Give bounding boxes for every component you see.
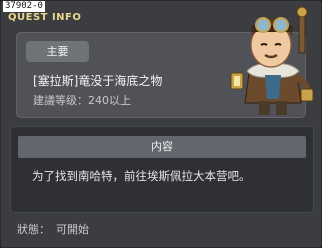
status-label: 狀態： [17,223,50,236]
status-value: 可開始 [56,223,89,236]
quest-details-card: 内容 为了找到南哈特，前往埃斯佩拉大本营吧。 [10,126,314,213]
level-requirement: 建議等级：240以上 [33,94,131,107]
content-header: 内容 [18,136,306,158]
quest-name: [塞拉斯]竜没于海底之物 [33,74,163,88]
quest-id: 37902-0 [3,1,45,12]
quest-type-badge: 主要 [26,41,89,62]
quest-info-window: 37902-0 QUEST INFO 主要 [塞拉斯]竜没于海底之物 建議等级：… [0,0,322,248]
window-title: QUEST INFO [8,12,82,23]
quest-description: 为了找到南哈特，前往埃斯佩拉大本营吧。 [32,169,251,183]
npc-portrait-icon [230,6,314,115]
quest-status: 狀態： 可開始 [17,221,89,237]
